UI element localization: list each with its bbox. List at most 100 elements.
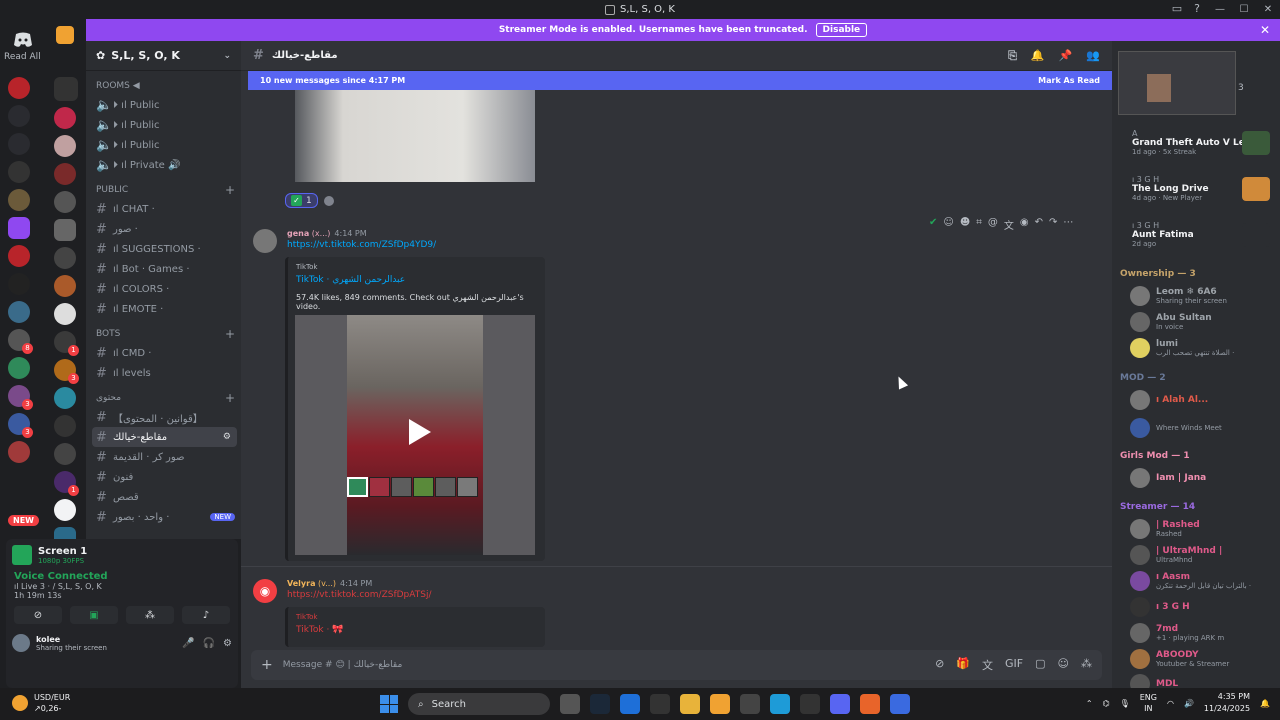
guild-icon[interactable] (54, 107, 76, 129)
member-item[interactable]: ABOODY Youtuber & Streamer (1130, 649, 1229, 669)
clock[interactable]: 4:35 PM 11/24/2025 (1204, 691, 1250, 715)
embed-title[interactable]: TikTok · عبدالرحمن الشهري (296, 275, 537, 285)
text-channel[interactable]: # ıl COLORS · (86, 279, 241, 299)
app-icon[interactable] (890, 694, 910, 714)
text-channel[interactable]: # ıl CMD · (86, 343, 241, 363)
disable-button[interactable]: Disable (815, 23, 868, 37)
guild-icon[interactable]: 1 (54, 331, 79, 356)
stream-preview[interactable] (1118, 51, 1236, 115)
settings-app-icon[interactable] (800, 694, 820, 714)
message-author[interactable]: Velyra (287, 579, 315, 588)
server-header[interactable]: ✿ S,L, S, O, K ⌄ (86, 41, 241, 71)
text-channel[interactable]: # واحد · بصور · NEW (86, 507, 241, 527)
guild-icon[interactable] (54, 443, 76, 465)
embed-title[interactable]: TikTok · 🎀 (296, 625, 537, 635)
text-channel[interactable]: # صور · (86, 219, 241, 239)
gear-icon[interactable]: ⚙ (223, 638, 232, 649)
member-item[interactable]: ı Alah Al... (1130, 390, 1208, 410)
maximize-icon[interactable]: ☐ (1232, 0, 1256, 19)
help-icon[interactable]: ? (1194, 2, 1200, 15)
avatar[interactable]: ◉ (253, 579, 277, 603)
plus-icon[interactable]: + (225, 391, 235, 405)
soundboard-icon[interactable]: ♪ (182, 606, 230, 624)
guild-icon[interactable] (8, 105, 30, 127)
app-icon[interactable] (710, 694, 730, 714)
video-embed[interactable] (295, 315, 535, 555)
member-item[interactable]: 7md +1 · playing ARK m (1130, 623, 1224, 643)
activity-card[interactable]: ı 3 G H The Long Drive 4d ago · New Play… (1112, 171, 1280, 213)
threads-icon[interactable]: ⎘ (1008, 49, 1017, 63)
check-reaction-icon[interactable]: ✔ (929, 217, 937, 232)
notification-icon[interactable]: 🔔 (1260, 699, 1270, 708)
guild-icon[interactable] (54, 247, 76, 269)
text-channel[interactable]: # 【قوانين · المحتوى】 (86, 407, 241, 427)
guild-icon[interactable] (8, 217, 30, 239)
message-author[interactable]: gena (287, 229, 309, 238)
guild-icon[interactable] (54, 499, 76, 521)
guild-icon[interactable] (8, 357, 30, 379)
member-item[interactable]: Leom ❄ 6A6 Sharing their screen (1130, 286, 1227, 306)
text-channel[interactable]: # ıl SUGGESTIONS · (86, 239, 241, 259)
voice-connected-label[interactable]: Voice Connected (14, 571, 230, 582)
text-channel[interactable]: # فنون (86, 467, 241, 487)
member-item[interactable]: Abu Sultan In voice (1130, 312, 1212, 332)
chevron-up-icon[interactable]: ⌃ (1086, 699, 1093, 708)
member-item[interactable]: | UltraMhnd | UltraMhnd (1130, 545, 1222, 565)
category-content[interactable]: محتوى + (86, 389, 241, 407)
guild-icon[interactable] (54, 219, 76, 241)
guild-icon[interactable] (54, 275, 76, 297)
member-item[interactable]: lumi الصلاة تنتهي تصحب الرب · (1130, 338, 1234, 358)
member-item[interactable]: MDL (1130, 674, 1178, 688)
guild-icon[interactable] (8, 301, 30, 323)
widget-ticker[interactable]: USD/EUR ↗0,26- (12, 692, 70, 714)
camera-off-icon[interactable]: ⊘ (14, 606, 62, 624)
voice-channel[interactable]: 🔈 ⏵ ıl Public (86, 135, 241, 155)
member-item[interactable]: ı 3 G H (1130, 597, 1190, 617)
text-channel[interactable]: # ıl Bot · Games · (86, 259, 241, 279)
guild-icon[interactable]: 1 (54, 471, 79, 496)
text-channel[interactable]: # صور كر · القديمة (86, 447, 241, 467)
bell-icon[interactable]: 🔔 (1031, 49, 1045, 63)
add-reaction-icon[interactable] (323, 195, 334, 206)
member-item[interactable]: Iam | Jana (1130, 468, 1206, 488)
text-channel[interactable]: # ıl EMOTE · (86, 299, 241, 319)
inbox-icon[interactable]: ▭ (1172, 2, 1182, 15)
guild-icon[interactable] (54, 191, 76, 213)
edge-icon[interactable] (770, 694, 790, 714)
gif-icon[interactable]: GIF (1005, 657, 1023, 673)
guild-icon[interactable]: 3 (54, 359, 79, 384)
wifi-icon[interactable]: ◠ (1167, 699, 1174, 708)
language-indicator[interactable]: ENG IN (1140, 692, 1157, 714)
taskbar-search[interactable]: ⌕ Search (408, 693, 550, 715)
translate-icon[interactable]: 文 (982, 657, 993, 673)
guild-icon[interactable] (54, 163, 76, 185)
steam-icon[interactable] (590, 694, 610, 714)
guild-icon[interactable] (8, 441, 30, 463)
gift-icon[interactable]: 🎁 (956, 657, 970, 673)
text-channel[interactable]: # قصص (86, 487, 241, 507)
activity-icon[interactable]: ⁂ (126, 606, 174, 624)
guild-icon[interactable] (54, 77, 78, 101)
guild-icon[interactable] (8, 273, 30, 295)
pin-icon[interactable]: 📌 (1059, 49, 1073, 63)
screen-share-row[interactable]: Screen 1 1080p 30FPS (6, 539, 238, 571)
network-icon[interactable]: ⌬ (1103, 699, 1110, 708)
message-link[interactable]: https://vt.tiktok.com/ZSfDpATSj/ (287, 590, 431, 600)
reply-icon[interactable]: ↶ (1035, 217, 1043, 232)
close-banner-icon[interactable]: ✕ (1260, 23, 1270, 37)
avatar[interactable] (253, 229, 277, 253)
mention-icon[interactable]: @ (988, 217, 998, 232)
emoji-icon[interactable]: ☺ (1058, 657, 1069, 673)
folder-icon[interactable] (56, 26, 74, 44)
avatar[interactable] (12, 634, 30, 652)
close-icon[interactable]: ✕ (1256, 0, 1280, 19)
member-item[interactable]: | Rashed Rashed (1130, 519, 1200, 539)
guild-icon[interactable] (54, 135, 76, 157)
forward-icon[interactable]: ↷ (1049, 217, 1057, 232)
nitro-icon[interactable]: ⊘ (935, 657, 944, 673)
activity-card[interactable]: A Grand Theft Auto V Legacy 1d ago · 5x … (1112, 125, 1280, 167)
epic-games-icon[interactable] (650, 694, 670, 714)
message-link[interactable]: https://vt.tiktok.com/ZSfDp4YD9/ (287, 240, 436, 250)
app-icon[interactable] (860, 694, 880, 714)
category-public[interactable]: PUBLIC + (86, 181, 241, 199)
